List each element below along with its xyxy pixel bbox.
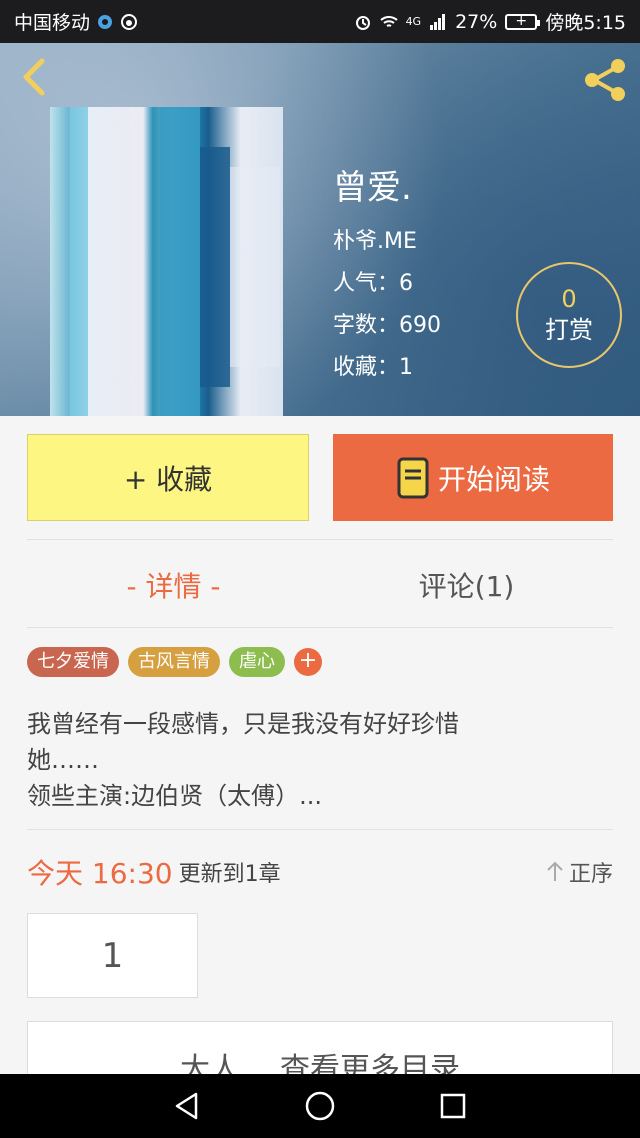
network-type: 4G: [405, 15, 422, 28]
description-line: 她……: [27, 746, 99, 774]
description-line: 领些主演:边伯贤（太傅）...: [27, 782, 322, 810]
book-author[interactable]: 朴爷.ME: [333, 221, 441, 263]
book-icon: [397, 457, 429, 498]
book-word-count: 字数：690: [333, 313, 441, 338]
update-text: 更新到1章: [178, 862, 281, 887]
tab-comment[interactable]: 评论(1): [320, 545, 613, 625]
start-reading-label: 开始阅读: [437, 462, 550, 496]
tag-list: 七夕爱情 古风言情 虐心 +: [27, 647, 322, 677]
book-popularity: 人气：6: [333, 271, 413, 296]
share-icon[interactable]: [580, 55, 630, 105]
system-nav-bar: [0, 1074, 640, 1138]
start-reading-button[interactable]: 开始阅读: [333, 434, 613, 521]
home-circle-icon[interactable]: [300, 1086, 340, 1126]
battery-icon: +: [505, 13, 541, 30]
divider: [27, 539, 613, 540]
app-weibo-icon: [121, 13, 138, 30]
update-time: 今天 16:30: [27, 857, 173, 890]
book-info: 曾爱. 朴爷.ME 人气：6 字数：690 收藏：1: [333, 167, 441, 389]
tip-label: 打赏: [545, 316, 593, 344]
tag-item[interactable]: 古风言情: [128, 647, 220, 677]
add-tag-button[interactable]: +: [294, 648, 322, 676]
chevron-left-icon[interactable]: [14, 55, 58, 99]
recent-square-icon[interactable]: [433, 1086, 473, 1126]
alarm-icon: [355, 15, 370, 30]
wifi-icon: [379, 15, 398, 27]
arrow-up-icon: [547, 861, 563, 881]
book-cover[interactable]: [50, 107, 283, 416]
sort-order-label: 正序: [568, 862, 613, 887]
update-row: 今天 16:30 更新到1章 正序: [27, 850, 613, 894]
book-favorites: 收藏：1: [333, 355, 413, 380]
clock: 傍晚5:15: [545, 12, 626, 34]
tip-button[interactable]: 0 打赏: [516, 262, 622, 368]
tab-detail[interactable]: - 详情 -: [27, 545, 320, 625]
chapter-item[interactable]: 1: [27, 913, 198, 998]
tag-item[interactable]: 虐心: [229, 647, 285, 677]
carrier-label: 中国移动: [14, 12, 91, 34]
battery-percent: 27%: [455, 10, 498, 33]
description-line: 我曾经有一段感情，只是我没有好好珍惜: [27, 710, 459, 738]
back-triangle-icon[interactable]: [167, 1086, 207, 1126]
divider: [27, 829, 613, 830]
sort-order-button[interactable]: 正序: [545, 856, 613, 888]
app-q-icon: [98, 14, 113, 29]
collect-button[interactable]: + 收藏: [27, 434, 309, 521]
signal-icon: [430, 13, 446, 30]
book-header: 曾爱. 朴爷.ME 人气：6 字数：690 收藏：1 0 打赏: [0, 43, 640, 416]
book-description[interactable]: 我曾经有一段感情，只是我没有好好珍惜 她…… 领些主演:边伯贤（太傅）...: [27, 706, 607, 814]
status-bar: 中国移动 4G 27% + 傍晚5:15: [0, 0, 640, 43]
tip-count: 0: [561, 285, 577, 313]
tag-item[interactable]: 七夕爱情: [27, 647, 119, 677]
divider: [27, 627, 613, 628]
book-title: 曾爱.: [333, 168, 412, 208]
